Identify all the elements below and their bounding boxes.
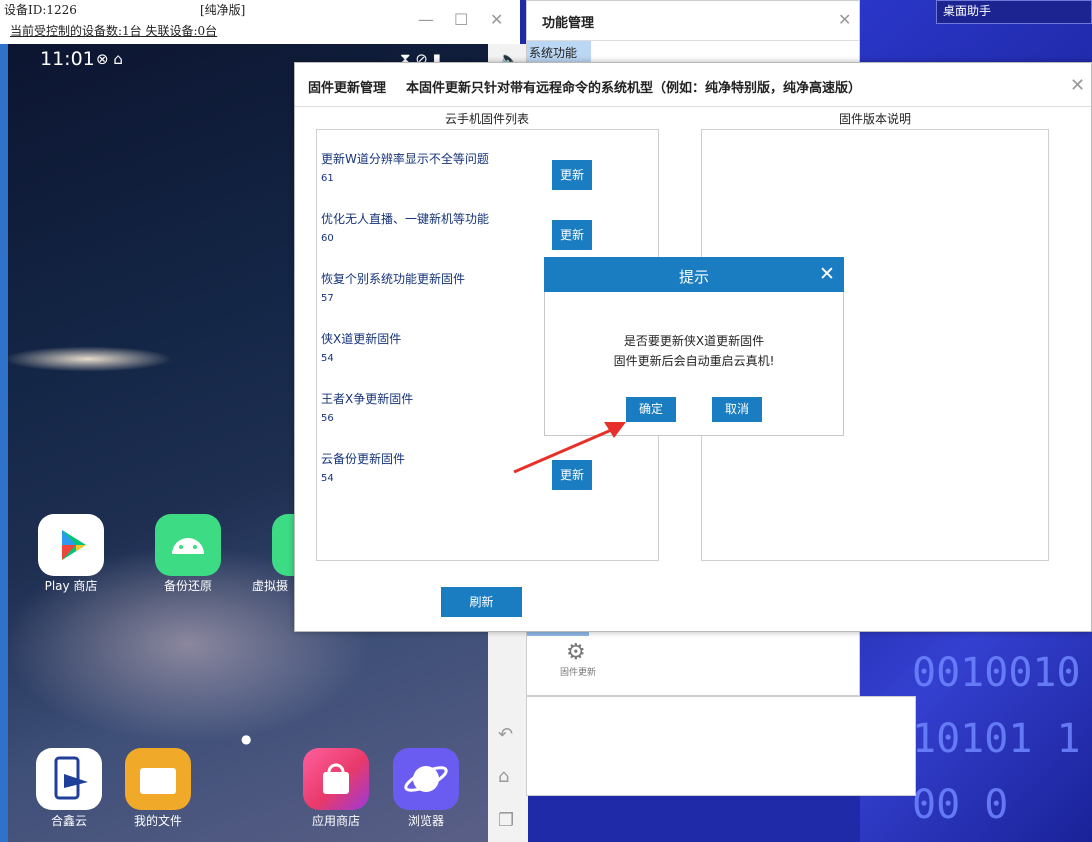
- prompt-message: 是否要更新侠X道更新固件: [623, 334, 765, 348]
- firmware-dialog-subtitle: 本固件更新只针对带有远程命令的系统机型（例如：纯净特别版，纯净高速版）: [406, 81, 862, 96]
- bottom-panel: [526, 696, 916, 796]
- prompt-message: 固件更新后会自动重启云真机!: [613, 354, 775, 368]
- page-indicator: ●: [241, 732, 252, 746]
- app-label: 应用商店: [311, 814, 360, 828]
- android-backup-icon[interactable]: [155, 514, 221, 576]
- device-id: 设备ID:1226: [4, 3, 77, 17]
- firmware-update-label[interactable]: 固件更新: [560, 665, 596, 678]
- left-edge-window: [0, 0, 8, 842]
- firmware-version: 54: [321, 473, 334, 484]
- play-triangle-icon: [62, 530, 86, 560]
- back-icon[interactable]: ↶: [498, 724, 513, 745]
- firmware-version: 56: [321, 413, 334, 424]
- android-icon: [172, 538, 204, 554]
- app-label: 备份还原: [163, 579, 212, 593]
- app-label: 浏览器: [407, 814, 444, 828]
- close-icon[interactable]: ✕: [819, 263, 835, 285]
- app-store-icon[interactable]: [303, 748, 369, 810]
- app-label: Play 商店: [44, 579, 98, 593]
- list-item[interactable]: 恢复个别系统功能更新固件: [321, 270, 465, 287]
- prompt-title: 提示: [678, 268, 709, 286]
- list-item[interactable]: 王者X争更新固件: [321, 390, 413, 407]
- firmware-list-header: 云手机固件列表: [444, 112, 529, 126]
- refresh-button[interactable]: 刷新: [441, 587, 522, 617]
- gear-icon[interactable]: ⚙: [566, 640, 586, 665]
- divider: [295, 106, 1091, 107]
- recent-apps-icon[interactable]: ❐: [498, 810, 514, 831]
- home-icon[interactable]: ⌂: [498, 766, 509, 787]
- minimize-icon[interactable]: —: [418, 10, 434, 29]
- my-files-icon[interactable]: [125, 748, 191, 810]
- firmware-version: 54: [321, 353, 334, 364]
- hexinyun-icon[interactable]: [36, 748, 102, 810]
- phone-window-titlebar: 设备ID:1226 [纯净版] 当前受控制的设备数:1台 失联设备:0台 — ☐…: [0, 0, 520, 44]
- firmware-notes-header: 固件版本说明: [838, 112, 911, 126]
- close-icon[interactable]: ✕: [490, 10, 503, 29]
- binary-wallpaper: 0010010 10101 1 00 0: [912, 650, 1081, 828]
- list-item[interactable]: 侠X道更新固件: [321, 330, 401, 347]
- maximize-icon[interactable]: ☐: [454, 10, 468, 29]
- planet-icon: [404, 766, 448, 792]
- phone-plane-icon: [54, 756, 88, 800]
- android-virtual-icon[interactable]: [272, 514, 296, 576]
- list-item[interactable]: 云备份更新固件: [321, 450, 405, 467]
- folder-icon: [140, 768, 176, 794]
- update-button[interactable]: 更新: [552, 220, 592, 250]
- status-icons: ⊗ ⌂: [96, 50, 123, 68]
- edition-label: [纯净版]: [200, 3, 246, 17]
- close-icon[interactable]: ✕: [838, 10, 851, 29]
- firmware-version: 61: [321, 173, 334, 184]
- firmware-version: 60: [321, 233, 334, 244]
- firmware-version: 57: [321, 293, 334, 304]
- app-label: 我的文件: [133, 814, 182, 828]
- status-time: 11:01: [40, 48, 95, 70]
- firmware-dialog-title: 固件更新管理: [308, 81, 387, 96]
- close-icon[interactable]: ✕: [1070, 75, 1085, 96]
- list-item[interactable]: 优化无人直播、一键新机等功能: [321, 210, 489, 227]
- annotation-arrow-icon: [513, 422, 626, 474]
- update-button[interactable]: 更新: [552, 160, 592, 190]
- browser-icon[interactable]: [393, 748, 459, 810]
- desktop-assistant-button[interactable]: 桌面助手: [936, 0, 1092, 24]
- play-store-icon[interactable]: [38, 514, 104, 576]
- function-panel-title: 功能管理: [542, 16, 595, 31]
- control-info: 当前受控制的设备数:1台 失联设备:0台: [10, 24, 218, 38]
- shopping-bag-icon: [323, 763, 349, 794]
- cancel-button[interactable]: 取消: [712, 397, 762, 422]
- list-item[interactable]: 更新W道分辨率显示不全等问题: [321, 150, 489, 167]
- app-label: 合鑫云: [50, 814, 87, 828]
- app-label: 虚拟摄: [251, 579, 288, 593]
